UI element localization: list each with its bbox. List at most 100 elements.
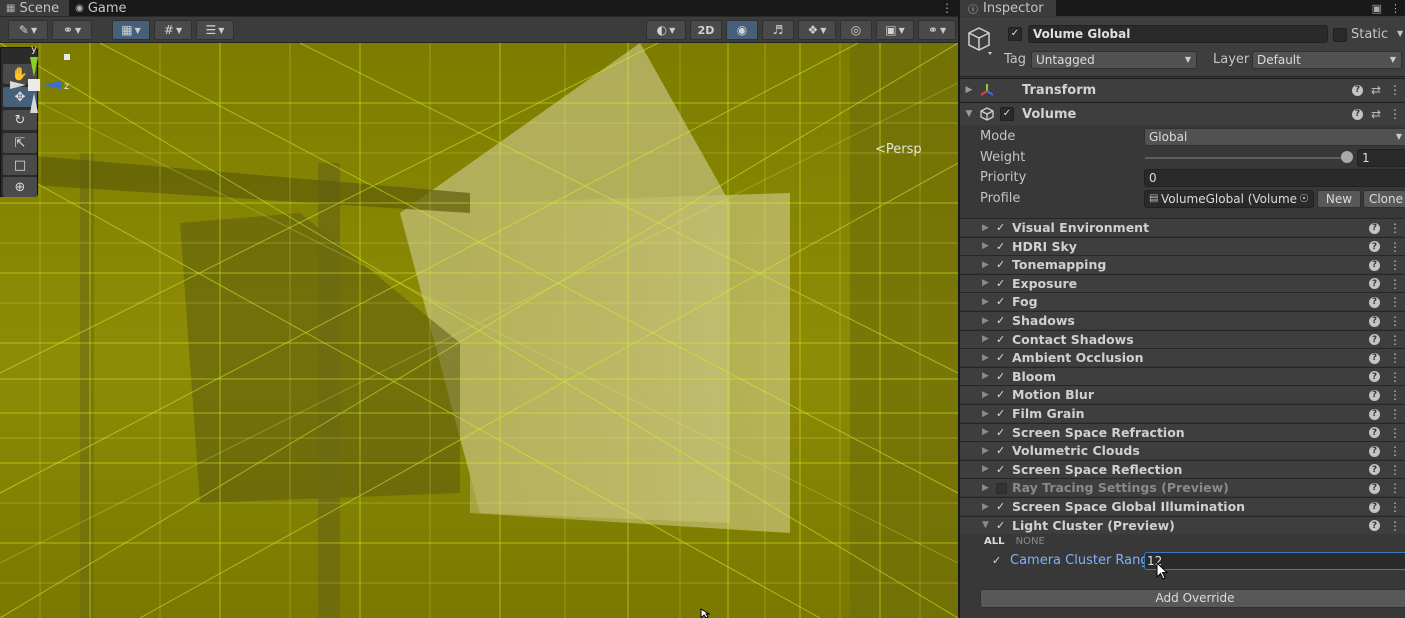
static-checkbox[interactable] — [1333, 28, 1347, 42]
none-toggle[interactable]: NONE — [1016, 536, 1045, 547]
rect-tool-button[interactable]: □ — [3, 155, 37, 175]
override-checkbox[interactable]: ✓ — [996, 388, 1005, 401]
weight-field[interactable]: 1 — [1357, 149, 1405, 167]
help-icon[interactable]: ? — [1369, 408, 1380, 420]
override-menu-icon[interactable]: ⋮ — [1389, 463, 1401, 477]
override-volumetric-clouds[interactable]: ▶ ✓ Volumetric Clouds? ⋮ — [960, 441, 1405, 460]
help-icon[interactable]: ? — [1369, 334, 1380, 346]
help-icon[interactable]: ? — [1369, 222, 1380, 234]
override-checkbox[interactable]: ✓ — [996, 444, 1005, 457]
fold-right-icon[interactable]: ▶ — [982, 353, 989, 363]
help-icon[interactable]: ? — [1369, 315, 1380, 327]
help-icon[interactable]: ? — [1369, 352, 1380, 364]
override-menu-icon[interactable]: ⋮ — [1389, 481, 1401, 495]
override-checkbox[interactable]: ✓ — [996, 240, 1005, 253]
fold-right-icon[interactable]: ▶ — [982, 223, 989, 233]
help-icon[interactable]: ? — [1369, 259, 1380, 271]
help-icon[interactable]: ? — [1369, 427, 1380, 439]
lighting-toggle-button[interactable]: ◉ — [726, 20, 758, 40]
override-menu-icon[interactable]: ⋮ — [1389, 240, 1401, 254]
transform-component-header[interactable]: ▶ Transform ? ⇄ ⋮ — [960, 78, 1405, 101]
scene-viewport[interactable]: ✋ ✥ ↻ ⇱ □ ⊕ y z <Persp — [0, 43, 958, 618]
fold-right-icon[interactable]: ▶ — [982, 241, 989, 251]
effects-dropdown[interactable]: ❖ ▼ — [798, 20, 836, 40]
override-hdri-sky[interactable]: ▶ ✓ HDRI Sky? ⋮ — [960, 236, 1405, 255]
inspector-menu-icon[interactable]: ⋮ — [1390, 2, 1401, 15]
add-override-button[interactable]: Add Override — [980, 589, 1405, 608]
override-menu-icon[interactable]: ⋮ — [1389, 426, 1401, 440]
override-checkbox[interactable]: ✓ — [996, 519, 1005, 532]
override-checkbox[interactable]: ✓ — [996, 221, 1005, 234]
preset-icon[interactable]: ⇄ — [1371, 107, 1381, 121]
help-icon[interactable]: ? — [1369, 278, 1380, 290]
new-profile-button[interactable]: New — [1317, 190, 1361, 208]
fold-right-icon[interactable]: ▶ — [982, 446, 989, 456]
override-menu-icon[interactable]: ⋮ — [1389, 519, 1401, 533]
fold-right-icon[interactable]: ▶ — [982, 278, 989, 288]
grid-visibility-button[interactable]: # ▼ — [154, 20, 192, 40]
gizmos-dropdown[interactable]: ⚭ ▼ — [918, 20, 956, 40]
help-icon[interactable]: ? — [1369, 445, 1380, 457]
fold-right-icon[interactable]: ▶ — [982, 371, 989, 381]
camera-settings-dropdown[interactable]: ▣ ▼ — [876, 20, 914, 40]
weight-slider-track[interactable] — [1145, 157, 1347, 159]
override-menu-icon[interactable]: ⋮ — [1389, 444, 1401, 458]
override-menu-icon[interactable]: ⋮ — [1389, 388, 1401, 402]
volume-enabled-checkbox[interactable]: ✓ — [1000, 107, 1014, 121]
weight-slider-thumb[interactable] — [1341, 151, 1353, 163]
override-checkbox[interactable]: ✓ — [996, 463, 1005, 476]
fold-right-icon[interactable]: ▶ — [982, 409, 989, 419]
help-icon[interactable]: ? — [1369, 482, 1380, 494]
tab-scene[interactable]: ▦ Scene — [0, 0, 70, 16]
static-dropdown-icon[interactable]: ▼ — [1397, 29, 1403, 38]
override-ray-tracing-settings[interactable]: ▶ Ray Tracing Settings (Preview)? ⋮ — [960, 478, 1405, 497]
override-menu-icon[interactable]: ⋮ — [1389, 500, 1401, 514]
override-menu-icon[interactable]: ⋮ — [1389, 351, 1401, 365]
fold-down-icon[interactable]: ▼ — [960, 109, 978, 119]
override-menu-icon[interactable]: ⋮ — [1389, 333, 1401, 347]
camera-cluster-range-override-checkbox[interactable]: ✓ — [992, 554, 1001, 567]
grid-snapping-button[interactable]: ▦ ▼ — [112, 20, 150, 40]
override-checkbox[interactable]: ✓ — [996, 370, 1005, 383]
help-icon[interactable]: ? — [1369, 296, 1380, 308]
draw-mode-dropdown[interactable]: ✎ ▼ — [8, 20, 48, 40]
fold-down-icon[interactable]: ▼ — [982, 520, 989, 530]
help-icon[interactable]: ? — [1369, 501, 1380, 513]
fold-right-icon[interactable]: ▶ — [982, 260, 989, 270]
tab-game[interactable]: ◉ Game — [69, 0, 136, 16]
object-name-field[interactable]: Volume Global — [1028, 25, 1328, 43]
override-fog[interactable]: ▶ ✓ Fog? ⋮ — [960, 292, 1405, 311]
help-icon[interactable]: ? — [1369, 371, 1380, 383]
layer-dropdown[interactable]: Default ▼ — [1252, 51, 1402, 69]
override-tonemapping[interactable]: ▶ ✓ Tonemapping? ⋮ — [960, 255, 1405, 274]
object-active-checkbox[interactable]: ✓ — [1008, 27, 1022, 41]
fold-right-icon[interactable]: ▶ — [982, 334, 989, 344]
override-checkbox[interactable]: ✓ — [996, 351, 1005, 364]
override-menu-icon[interactable]: ⋮ — [1389, 314, 1401, 328]
override-menu-icon[interactable]: ⋮ — [1389, 295, 1401, 309]
override-contact-shadows[interactable]: ▶ ✓ Contact Shadows? ⋮ — [960, 329, 1405, 348]
priority-field[interactable]: 0 — [1144, 169, 1405, 187]
override-checkbox[interactable]: ✓ — [996, 277, 1005, 290]
audio-toggle-button[interactable]: ♬ — [762, 20, 794, 40]
override-checkbox[interactable] — [996, 483, 1007, 495]
object-picker-icon[interactable]: ☉ — [1299, 191, 1309, 207]
override-checkbox[interactable]: ✓ — [996, 314, 1005, 327]
override-screen-space-refraction[interactable]: ▶ ✓ Screen Space Refraction? ⋮ — [960, 422, 1405, 441]
override-menu-icon[interactable]: ⋮ — [1389, 407, 1401, 421]
override-checkbox[interactable]: ✓ — [996, 258, 1005, 271]
help-icon[interactable]: ? — [1369, 520, 1380, 532]
override-menu-icon[interactable]: ⋮ — [1389, 277, 1401, 291]
help-icon[interactable]: ? — [1369, 464, 1380, 476]
component-menu-icon[interactable]: ⋮ — [1389, 83, 1401, 97]
volume-component-header[interactable]: ▼ ✓ Volume ? ⇄ ⋮ — [960, 102, 1405, 125]
override-screen-space-global-illumination[interactable]: ▶ ✓ Screen Space Global Illumination? ⋮ — [960, 497, 1405, 515]
override-checkbox[interactable]: ✓ — [996, 500, 1005, 513]
override-exposure[interactable]: ▶ ✓ Exposure? ⋮ — [960, 273, 1405, 292]
toggle-2d-button[interactable]: 2D — [690, 20, 722, 40]
override-visual-environment[interactable]: ▶ ✓ Visual Environment? ⋮ — [960, 218, 1405, 236]
override-light-cluster[interactable]: ▼ ✓ Light Cluster (Preview)? ⋮ — [960, 515, 1405, 534]
preset-icon[interactable]: ⇄ — [1371, 83, 1381, 97]
override-menu-icon[interactable]: ⋮ — [1389, 221, 1401, 235]
clone-profile-button[interactable]: Clone — [1363, 190, 1405, 208]
